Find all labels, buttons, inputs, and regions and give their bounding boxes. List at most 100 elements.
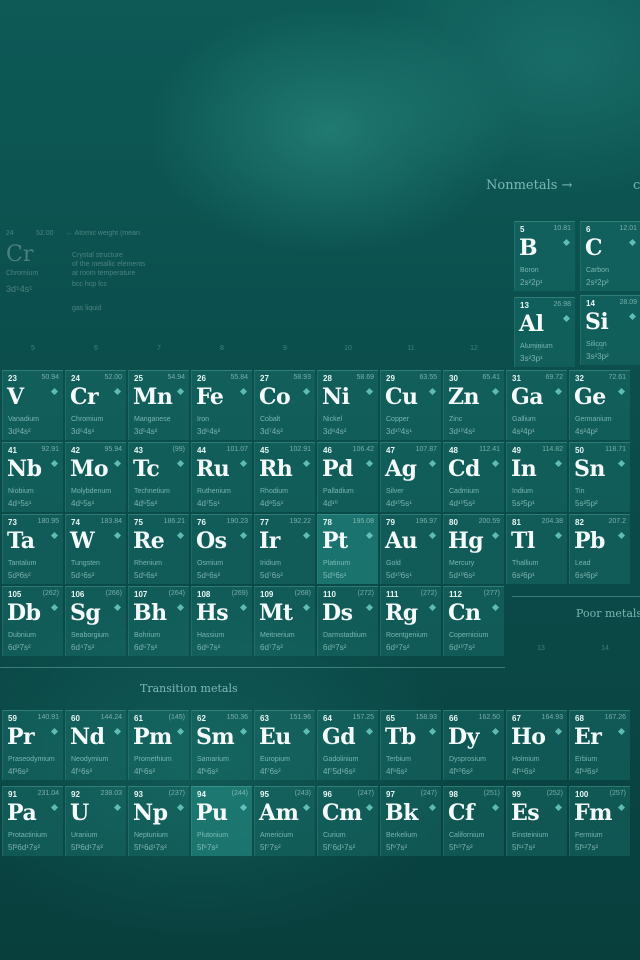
element-cell-fm[interactable]: 100 (257) Fm Fermium 5f¹²7s² bbox=[569, 786, 630, 856]
element-cell-ho[interactable]: 67 164.93 Ho Holmium 4f¹¹6s² bbox=[506, 710, 567, 780]
legend-mass: 52.00 bbox=[36, 230, 54, 237]
element-cell-mn[interactable]: 25 54.94 Mn Manganese 3d⁵4s² bbox=[128, 370, 189, 440]
element-symbol: Al bbox=[519, 311, 544, 337]
element-cell-zn[interactable]: 30 65.41 Zn Zinc 3d¹⁰4s² bbox=[443, 370, 504, 440]
atomic-mass: 144.24 bbox=[100, 714, 122, 721]
element-cell-np[interactable]: 93 (237) Np Neptunium 5f⁴6d¹7s² bbox=[128, 786, 189, 856]
element-cell-tl[interactable]: 81 204.38 Tl Thallium 6s²6p¹ bbox=[506, 514, 567, 584]
crystal-structure-icon bbox=[50, 531, 59, 540]
electron-config: 5f³6d¹7s² bbox=[71, 843, 104, 852]
atomic-number: 59 bbox=[8, 714, 17, 723]
element-cell-hs[interactable]: 108 (269) Hs Hassium 6d⁶7s² bbox=[191, 586, 252, 656]
element-cell-si[interactable]: 14 28.09 Si Silicon 3s²3p² bbox=[580, 295, 640, 365]
element-cell-rg[interactable]: 111 (272) Rg Roentgenium 6d⁹7s² bbox=[380, 586, 441, 656]
crystal-structure-icon bbox=[491, 531, 500, 540]
element-symbol: Np bbox=[133, 800, 168, 826]
element-cell-ta[interactable]: 73 180.95 Ta Tantalum 5d³6s² bbox=[2, 514, 63, 584]
element-cell-nb[interactable]: 41 92.91 Nb Niobium 4d⁴5s¹ bbox=[2, 442, 63, 512]
element-symbol: Eu bbox=[259, 724, 291, 750]
electron-config: 5d⁴6s² bbox=[71, 571, 95, 580]
crystal-structure-icon bbox=[554, 727, 563, 736]
element-cell-w[interactable]: 74 183.84 W Tungsten 5d⁴6s² bbox=[65, 514, 126, 584]
element-cell-gd[interactable]: 64 157.25 Gd Gadolinium 4f⁷5d¹6s² bbox=[317, 710, 378, 780]
element-cell-re[interactable]: 75 186.21 Re Rhenium 5d⁵6s² bbox=[128, 514, 189, 584]
element-name: Europium bbox=[260, 756, 290, 763]
element-cell-cu[interactable]: 29 63.55 Cu Copper 3d¹⁰4s¹ bbox=[380, 370, 441, 440]
element-name: Indium bbox=[512, 488, 534, 495]
element-cell-pa[interactable]: 91 231.04 Pa Protactinium 5f²6d¹7s² bbox=[2, 786, 63, 856]
atomic-number: 93 bbox=[134, 790, 143, 799]
element-cell-pb[interactable]: 82 207.2 Pb Lead 6s²6p² bbox=[569, 514, 630, 584]
element-cell-bk[interactable]: 97 (247) Bk Berkelium 5f⁹7s² bbox=[380, 786, 441, 856]
atomic-mass: (272) bbox=[357, 590, 374, 597]
element-cell-nd[interactable]: 60 144.24 Nd Neodymium 4f⁴6s² bbox=[65, 710, 126, 780]
element-cell-pm[interactable]: 61 (145) Pm Promethium 4f⁵6s² bbox=[128, 710, 189, 780]
atomic-number: 74 bbox=[71, 518, 80, 527]
atomic-number: 66 bbox=[449, 714, 458, 723]
element-cell-cn[interactable]: 112 (277) Cn Copernicium 6d¹⁰7s² bbox=[443, 586, 504, 656]
atomic-number: 67 bbox=[512, 714, 521, 723]
electron-config: 5f⁷6d¹7s² bbox=[323, 843, 356, 852]
element-cell-am[interactable]: 95 (243) Am Americium 5f⁷7s² bbox=[254, 786, 315, 856]
element-cell-hg[interactable]: 80 200.59 Hg Mercury 5d¹⁰6s² bbox=[443, 514, 504, 584]
element-cell-mt[interactable]: 109 (268) Mt Meitnerium 6d⁷7s² bbox=[254, 586, 315, 656]
element-cell-os[interactable]: 76 190.23 Os Osmium 5d⁶6s² bbox=[191, 514, 252, 584]
element-cell-ni[interactable]: 28 58.69 Ni Nickel 3d⁸4s² bbox=[317, 370, 378, 440]
element-cell-ds[interactable]: 110 (272) Ds Darmstadtium 6d⁸7s² bbox=[317, 586, 378, 656]
atomic-number: 62 bbox=[197, 714, 206, 723]
element-cell-ga[interactable]: 31 69.72 Ga Gallium 4s²4p¹ bbox=[506, 370, 567, 440]
element-cell-db[interactable]: 105 (262) Db Dubnium 6d³7s² bbox=[2, 586, 63, 656]
element-cell-ag[interactable]: 47 107.87 Ag Silver 4d¹⁰5s¹ bbox=[380, 442, 441, 512]
atomic-number: 25 bbox=[134, 374, 143, 383]
element-cell-cr[interactable]: 24 52.00 Cr Chromium 3d⁵4s¹ bbox=[65, 370, 126, 440]
crystal-structure-icon bbox=[562, 314, 571, 323]
element-cell-er[interactable]: 68 167.26 Er Erbium 4f¹²6s² bbox=[569, 710, 630, 780]
element-cell-es[interactable]: 99 (252) Es Einsteinium 5f¹¹7s² bbox=[506, 786, 567, 856]
element-cell-pr[interactable]: 59 140.91 Pr Praseodymium 4f³6s² bbox=[2, 710, 63, 780]
element-cell-cd[interactable]: 48 112.41 Cd Cadmium 4d¹⁰5s² bbox=[443, 442, 504, 512]
element-cell-sn[interactable]: 50 118.71 Sn Tin 5s²5p² bbox=[569, 442, 630, 512]
element-cell-sm[interactable]: 62 150.36 Sm Samarium 4f⁶6s² bbox=[191, 710, 252, 780]
element-cell-bh[interactable]: 107 (264) Bh Bohrium 6d⁵7s² bbox=[128, 586, 189, 656]
atomic-mass: 107.87 bbox=[415, 446, 437, 453]
atomic-mass: (266) bbox=[105, 590, 122, 597]
element-cell-cf[interactable]: 98 (251) Cf Californium 5f¹⁰7s² bbox=[443, 786, 504, 856]
group-number: 11 bbox=[407, 345, 415, 352]
element-cell-rh[interactable]: 45 102.91 Rh Rhodium 4d⁸5s¹ bbox=[254, 442, 315, 512]
element-cell-u[interactable]: 92 238.03 U Uranium 5f³6d¹7s² bbox=[65, 786, 126, 856]
element-symbol: Fm bbox=[574, 800, 612, 826]
element-name: Lead bbox=[575, 560, 591, 567]
element-cell-c[interactable]: 6 12.01 C Carbon 2s²2p² bbox=[580, 221, 640, 291]
element-cell-eu[interactable]: 63 151.96 Eu Europium 4f⁷6s² bbox=[254, 710, 315, 780]
element-cell-ir[interactable]: 77 192.22 Ir Iridium 5d⁷6s² bbox=[254, 514, 315, 584]
element-cell-mo[interactable]: 42 95.94 Mo Molybdenum 4d⁵5s¹ bbox=[65, 442, 126, 512]
element-cell-in[interactable]: 49 114.82 In Indium 5s²5p¹ bbox=[506, 442, 567, 512]
element-cell-b[interactable]: 5 10.81 B Boron 2s²2p¹ bbox=[514, 221, 575, 291]
element-name: Americium bbox=[260, 832, 294, 839]
element-name: Meitnerium bbox=[260, 632, 295, 639]
element-cell-tb[interactable]: 65 158.93 Tb Terbium 4f⁹6s² bbox=[380, 710, 441, 780]
element-cell-tc[interactable]: 43 (99) Tc Technetium 4d⁵5s² bbox=[128, 442, 189, 512]
crystal-structure-icon bbox=[491, 459, 500, 468]
element-name: Roentgenium bbox=[386, 632, 428, 639]
element-cell-v[interactable]: 23 50.94 V Vanadium 3d³4s² bbox=[2, 370, 63, 440]
atomic-number: 24 bbox=[71, 374, 80, 383]
element-cell-fe[interactable]: 26 55.84 Fe Iron 3d⁶4s² bbox=[191, 370, 252, 440]
electron-config: 6s²6p¹ bbox=[512, 571, 535, 580]
element-cell-pd[interactable]: 46 106.42 Pd Palladium 4d¹⁰ bbox=[317, 442, 378, 512]
element-cell-ge[interactable]: 32 72.61 Ge Germanium 4s²4p² bbox=[569, 370, 630, 440]
element-cell-pt[interactable]: 78 195.08 Pt Platinum 5d⁹6s¹ bbox=[317, 514, 378, 584]
element-cell-au[interactable]: 79 196.97 Au Gold 5d¹⁰6s¹ bbox=[380, 514, 441, 584]
element-cell-co[interactable]: 27 58.93 Co Cobalt 3d⁷4s² bbox=[254, 370, 315, 440]
element-name: Samarium bbox=[197, 756, 229, 763]
element-cell-sg[interactable]: 106 (266) Sg Seaborgium 6d⁴7s² bbox=[65, 586, 126, 656]
element-cell-cm[interactable]: 96 (247) Cm Curium 5f⁷6d¹7s² bbox=[317, 786, 378, 856]
atomic-mass: 140.91 bbox=[37, 714, 59, 721]
atomic-mass: (145) bbox=[168, 714, 185, 721]
element-cell-pu[interactable]: 94 (244) Pu Plutonium 5f⁶7s² bbox=[191, 786, 252, 856]
crystal-structure-icon bbox=[628, 312, 637, 321]
element-cell-dy[interactable]: 66 162.50 Dy Dysprosium 4f¹⁰6s² bbox=[443, 710, 504, 780]
element-cell-ru[interactable]: 44 101.07 Ru Ruthenium 4d⁷5s¹ bbox=[191, 442, 252, 512]
transition-metals-label: Transition metals bbox=[140, 682, 238, 695]
element-cell-al[interactable]: 13 26.98 Al Aluminium 3s²3p¹ bbox=[514, 297, 575, 367]
